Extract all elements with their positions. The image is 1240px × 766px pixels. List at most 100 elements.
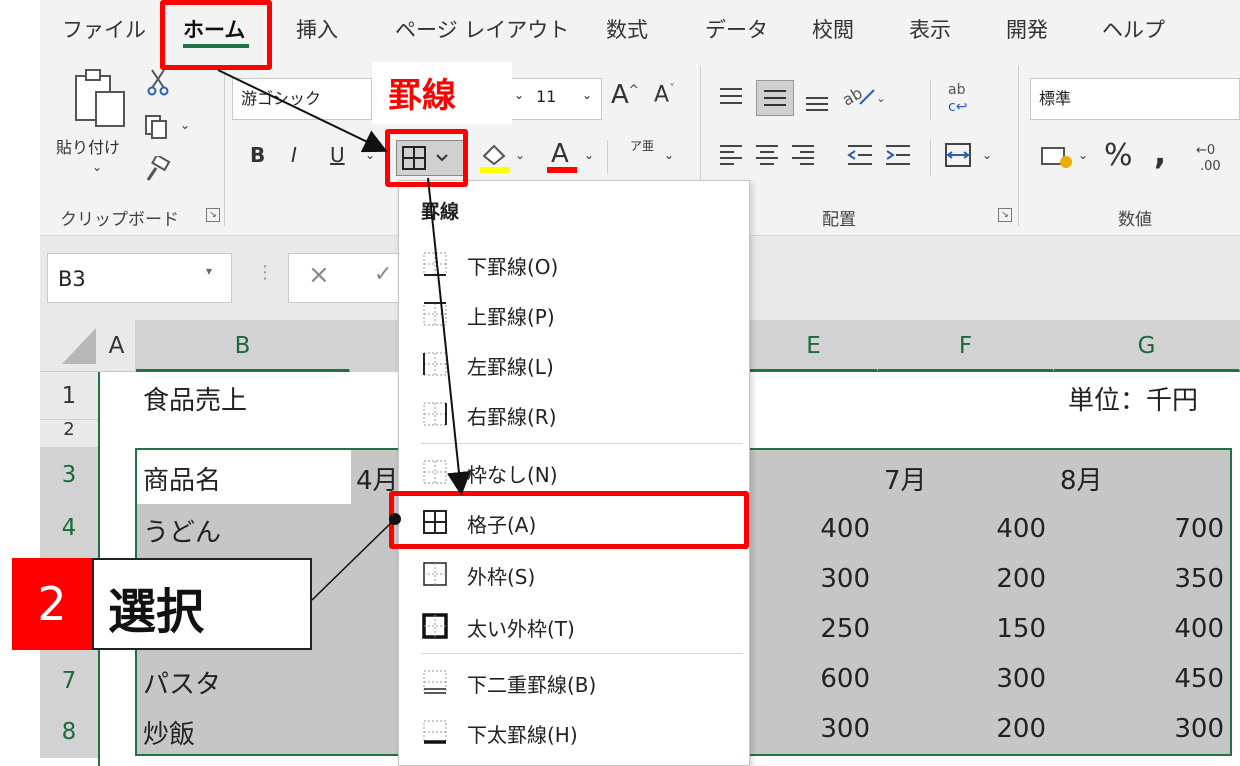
cell-e7[interactable]: 600 — [770, 664, 870, 694]
menu-item-bottom-double-border[interactable]: 下二重罫線(B) — [399, 657, 749, 707]
cell-b1-title[interactable]: 食品売上 — [143, 380, 247, 417]
font-name-box[interactable]: 游ゴシック — [232, 78, 372, 120]
cell-f3-month[interactable]: 7月 — [884, 460, 927, 497]
cell-e6[interactable]: 250 — [770, 614, 870, 644]
comma-style-icon[interactable]: , — [1154, 134, 1166, 172]
cell-f5[interactable]: 200 — [946, 564, 1046, 594]
cell-g7[interactable]: 450 — [1124, 664, 1224, 694]
phonetic-guide-icon[interactable]: ア亜 — [630, 139, 654, 154]
alignment-launcher-icon[interactable]: ↘ — [998, 208, 1012, 222]
menu-item-no-border[interactable]: 枠なし(N) — [399, 447, 749, 497]
font-name-dropdown-icon[interactable]: ⌄ — [514, 88, 524, 102]
cell-f4[interactable]: 400 — [946, 514, 1046, 544]
cell-b3-header[interactable]: 商品名 — [143, 460, 221, 497]
tab-file[interactable]: ファイル — [62, 14, 146, 44]
cancel-entry-icon[interactable]: × — [308, 260, 330, 290]
tab-formulas[interactable]: 数式 — [606, 14, 648, 44]
tab-data[interactable]: データ — [705, 14, 768, 44]
tab-view[interactable]: 表示 — [909, 14, 951, 44]
menu-item-thick-outside-borders[interactable]: 太い外枠(T) — [399, 601, 749, 651]
italic-button[interactable]: I — [291, 143, 297, 167]
cell-b8-product[interactable]: 炒飯 — [143, 714, 195, 751]
row-header-8[interactable]: 8 — [40, 706, 98, 758]
cell-e8[interactable]: 300 — [770, 714, 870, 744]
fill-color-icon[interactable] — [478, 140, 512, 174]
font-size-dropdown-icon[interactable]: ⌄ — [582, 88, 592, 102]
number-format-box[interactable]: 標準 — [1030, 78, 1240, 120]
column-header-b[interactable]: B — [136, 320, 350, 372]
row-header-3[interactable]: 3 — [40, 448, 98, 502]
decrease-font-size-icon[interactable]: Aˇ — [654, 82, 675, 107]
tab-developer[interactable]: 開発 — [1006, 14, 1048, 44]
menu-item-bottom-border[interactable]: 下罫線(O) — [399, 239, 749, 289]
tab-review[interactable]: 校閲 — [812, 14, 854, 44]
align-center-icon[interactable] — [754, 142, 780, 168]
paste-dropdown-icon[interactable]: ⌄ — [92, 160, 102, 174]
name-box-dropdown-icon[interactable]: ▾ — [206, 264, 212, 278]
accounting-format-icon[interactable] — [1040, 144, 1074, 170]
menu-item-left-border[interactable]: 左罫線(L) — [399, 339, 749, 389]
cell-e5[interactable]: 300 — [770, 564, 870, 594]
accounting-dropdown-icon[interactable]: ⌄ — [1078, 148, 1088, 162]
cell-b4-product[interactable]: うどん — [143, 512, 221, 549]
underline-dropdown-icon[interactable]: ⌄ — [365, 148, 375, 162]
cell-g3-month[interactable]: 8月 — [1060, 460, 1103, 497]
copy-icon[interactable] — [144, 114, 174, 140]
tab-help[interactable]: ヘルプ — [1102, 14, 1165, 44]
cell-g6[interactable]: 400 — [1124, 614, 1224, 644]
increase-indent-icon[interactable] — [884, 142, 912, 168]
row-header-2[interactable]: 2 — [40, 420, 98, 448]
column-header-f[interactable]: F — [878, 320, 1054, 372]
copy-dropdown-icon[interactable]: ⌄ — [180, 118, 190, 132]
increase-decimal-icon[interactable]: ←0.00 — [1196, 140, 1236, 174]
tab-page-layout[interactable]: ページ レイアウト — [395, 14, 569, 44]
underline-button[interactable]: U — [330, 143, 345, 167]
row-header-4[interactable]: 4 — [40, 502, 98, 554]
cell-e4[interactable]: 400 — [770, 514, 870, 544]
cut-icon[interactable] — [146, 68, 170, 96]
format-painter-icon[interactable] — [144, 156, 172, 184]
decrease-indent-icon[interactable] — [846, 142, 874, 168]
wrap-text-icon[interactable]: ab c↩ — [946, 80, 972, 114]
cell-g4[interactable]: 700 — [1124, 514, 1224, 544]
confirm-entry-icon[interactable]: ✓ — [374, 262, 392, 287]
cell-f7[interactable]: 300 — [946, 664, 1046, 694]
increase-font-size-icon[interactable]: A^ — [611, 80, 639, 110]
align-right-icon[interactable] — [790, 142, 816, 168]
clipboard-launcher-icon[interactable]: ↘ — [206, 208, 220, 222]
column-header-g[interactable]: G — [1054, 320, 1240, 372]
merge-dropdown-icon[interactable]: ⌄ — [982, 148, 992, 162]
percent-style-icon[interactable]: % — [1104, 138, 1133, 173]
phonetic-dropdown-icon[interactable]: ⌄ — [664, 148, 674, 162]
name-box[interactable]: B3 — [47, 253, 232, 303]
orientation-icon[interactable]: ab ⌄ — [842, 82, 886, 108]
column-header-e[interactable]: E — [750, 320, 878, 372]
row-header-1[interactable]: 1 — [40, 372, 98, 420]
paste-icon[interactable] — [72, 66, 128, 128]
menu-item-right-border[interactable]: 右罫線(R) — [399, 389, 749, 439]
menu-item-outside-borders[interactable]: 外枠(S) — [399, 549, 749, 599]
align-top-icon[interactable] — [718, 86, 744, 108]
select-all-icon[interactable] — [60, 326, 98, 366]
cell-g5[interactable]: 350 — [1124, 564, 1224, 594]
cell-f8[interactable]: 200 — [946, 714, 1046, 744]
align-bottom-icon[interactable] — [804, 90, 830, 112]
cell-g1-unit[interactable]: 単位：千円 — [1068, 380, 1198, 417]
row-header-7[interactable]: 7 — [40, 656, 98, 706]
align-middle-icon[interactable] — [756, 80, 794, 116]
cell-g8[interactable]: 300 — [1124, 714, 1224, 744]
paste-label[interactable]: 貼り付け — [56, 134, 120, 158]
menu-item-thick-bottom-border[interactable]: 下太罫線(H) — [399, 707, 749, 757]
cell-f6[interactable]: 150 — [946, 614, 1046, 644]
align-left-icon[interactable] — [718, 142, 744, 168]
tab-insert[interactable]: 挿入 — [296, 14, 338, 44]
bold-button[interactable]: B — [250, 143, 265, 167]
cell-b7-product[interactable]: パスタ — [143, 664, 221, 701]
column-header-a[interactable]: A — [98, 320, 136, 372]
font-color-icon[interactable]: A — [545, 138, 579, 174]
font-size-box[interactable]: ⌄ 11 ⌄ — [510, 78, 602, 120]
merge-center-icon[interactable] — [944, 142, 972, 168]
font-color-dropdown-icon[interactable]: ⌄ — [584, 148, 594, 162]
column-header-c[interactable] — [350, 320, 398, 372]
menu-item-top-border[interactable]: 上罫線(P) — [399, 289, 749, 339]
